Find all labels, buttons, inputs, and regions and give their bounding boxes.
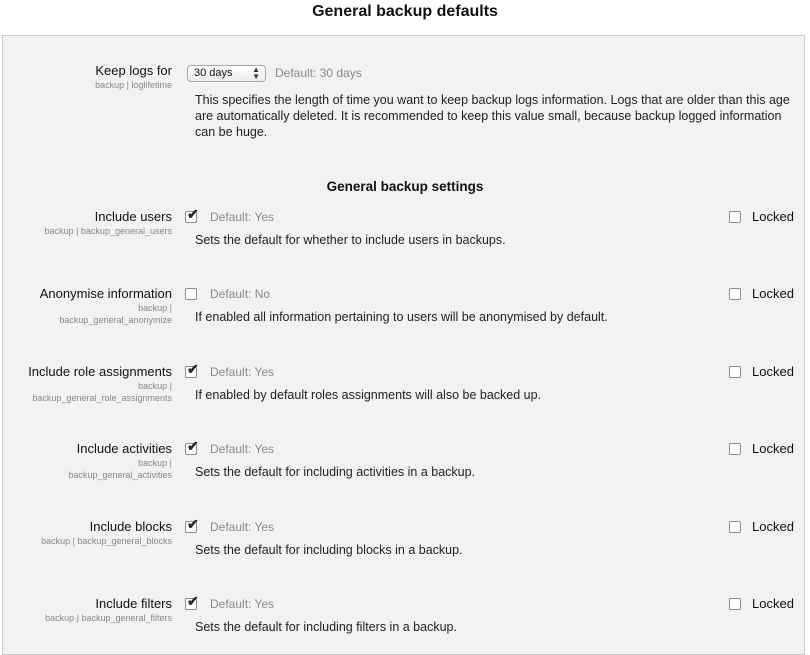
loglifetime-select[interactable]: 30 days ▲ ▼ bbox=[187, 65, 266, 82]
setting-description: Sets the default for whether to include … bbox=[195, 233, 506, 247]
default-value: Default: Yes bbox=[210, 597, 275, 611]
setting-key-line: backup_general_anonymize bbox=[59, 315, 172, 325]
checkmark-icon: ✔ bbox=[187, 206, 199, 222]
setting-key-line: backup | bbox=[138, 303, 172, 313]
setting-key: backup | backup_general_activities bbox=[0, 457, 172, 481]
setting-label: Include role assignments bbox=[28, 364, 172, 379]
setting-key-line: backup_general_role_assignments bbox=[32, 393, 172, 403]
setting-key: backup | backup_general_filters bbox=[0, 612, 172, 624]
checkmark-icon: ✔ bbox=[187, 438, 199, 454]
setting-checkbox[interactable] bbox=[185, 288, 197, 300]
page-title: General backup defaults bbox=[312, 3, 498, 20]
default-value: Default: Yes bbox=[210, 520, 275, 534]
locked-label: Locked bbox=[752, 519, 794, 534]
setting-key: backup | backup_general_users bbox=[0, 225, 172, 237]
setting-checkbox[interactable]: ✔ bbox=[185, 362, 199, 378]
default-value: Default: Yes bbox=[210, 442, 275, 456]
setting-checkbox[interactable]: ✔ bbox=[185, 517, 199, 533]
locked-label: Locked bbox=[752, 209, 794, 224]
setting-description: Sets the default for including blocks in… bbox=[195, 543, 463, 557]
locked-label: Locked bbox=[752, 364, 794, 379]
select-value: 30 days bbox=[194, 67, 233, 79]
default-value: Default: Yes bbox=[210, 210, 275, 224]
locked-checkbox[interactable] bbox=[729, 288, 741, 300]
checkmark-icon: ✔ bbox=[187, 593, 199, 609]
setting-key: backup | backup_general_role_assignments bbox=[0, 380, 172, 404]
locked-checkbox[interactable] bbox=[729, 521, 741, 533]
setting-key-line: backup_general_activities bbox=[68, 470, 172, 480]
locked-checkbox[interactable] bbox=[729, 366, 741, 378]
locked-label: Locked bbox=[752, 441, 794, 456]
setting-label: Include activities bbox=[76, 441, 172, 456]
setting-key-line: backup | backup_general_blocks bbox=[41, 536, 172, 546]
setting-label: Include blocks bbox=[89, 519, 172, 534]
setting-key-line: backup | bbox=[138, 381, 172, 391]
locked-checkbox[interactable] bbox=[729, 598, 741, 610]
setting-description: This specifies the length of time you wa… bbox=[195, 93, 790, 139]
select-arrows-icon: ▲ ▼ bbox=[252, 65, 260, 81]
locked-checkbox[interactable] bbox=[729, 443, 741, 455]
setting-label: Anonymise information bbox=[39, 286, 172, 301]
checkmark-icon: ✔ bbox=[187, 361, 199, 377]
locked-label: Locked bbox=[752, 596, 794, 611]
setting-label: Include filters bbox=[95, 596, 172, 611]
setting-checkbox[interactable]: ✔ bbox=[185, 439, 199, 455]
locked-checkbox[interactable] bbox=[729, 211, 741, 223]
default-value: Default: No bbox=[210, 287, 271, 301]
setting-key: backup | loglifetime bbox=[95, 80, 172, 90]
section-heading: General backup settings bbox=[326, 179, 484, 194]
default-value: Default: 30 days bbox=[275, 66, 362, 80]
setting-label: Include users bbox=[94, 209, 172, 224]
setting-checkbox[interactable]: ✔ bbox=[185, 594, 199, 610]
setting-key: backup | backup_general_anonymize bbox=[0, 302, 172, 326]
default-value: Default: Yes bbox=[210, 365, 275, 379]
setting-key-line: backup | backup_general_users bbox=[44, 226, 172, 236]
locked-label: Locked bbox=[752, 286, 794, 301]
setting-key-line: backup | bbox=[138, 458, 172, 468]
setting-checkbox[interactable]: ✔ bbox=[185, 207, 199, 223]
setting-description: Sets the default for including activitie… bbox=[195, 465, 476, 479]
setting-label: Keep logs for bbox=[95, 63, 172, 78]
setting-description: Sets the default for including filters i… bbox=[195, 620, 457, 634]
setting-key: backup | backup_general_blocks bbox=[0, 535, 172, 547]
setting-description: If enabled by default roles assignments … bbox=[195, 388, 542, 402]
setting-key-line: backup | backup_general_filters bbox=[45, 613, 172, 623]
checkmark-icon: ✔ bbox=[187, 516, 199, 532]
setting-description: If enabled all information pertaining to… bbox=[195, 310, 608, 324]
